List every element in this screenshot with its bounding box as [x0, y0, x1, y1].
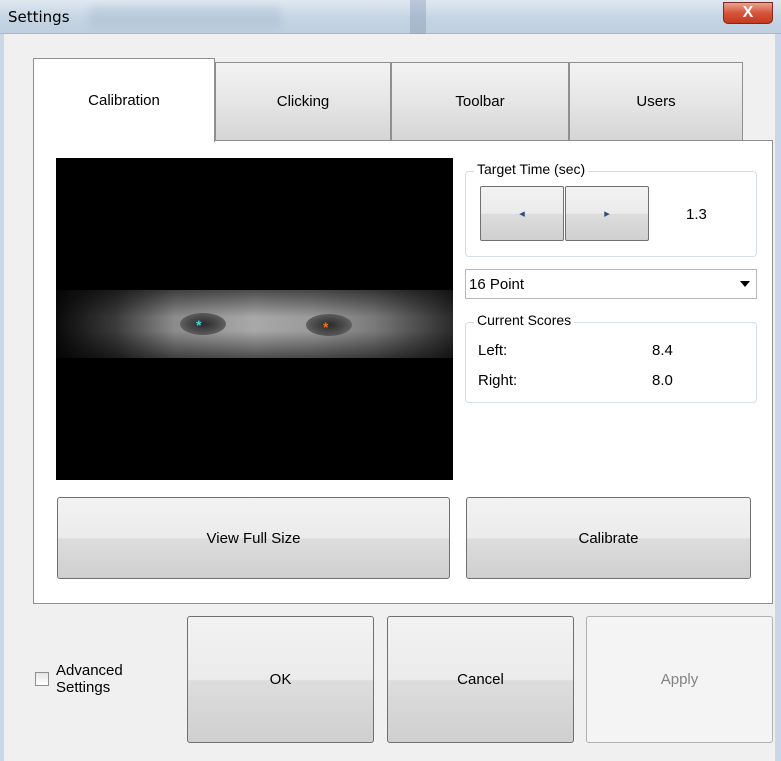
- current-scores-label: Current Scores: [474, 312, 575, 328]
- right-pupil-marker-icon: *: [323, 319, 329, 335]
- tab-toolbar[interactable]: Toolbar: [391, 62, 569, 140]
- tab-label: Toolbar: [455, 93, 505, 110]
- window-frame-right: [775, 34, 781, 761]
- tab-clicking[interactable]: Clicking: [215, 62, 391, 140]
- arrow-right-icon: ▸: [604, 208, 610, 220]
- apply-label: Apply: [660, 671, 699, 688]
- advanced-settings-label-line2: Settings: [56, 679, 111, 696]
- target-time-label: Target Time (sec): [474, 161, 589, 177]
- current-scores-group: [465, 322, 757, 403]
- calibrate-button[interactable]: Calibrate: [466, 497, 751, 579]
- background-blur: [90, 6, 280, 28]
- tab-users[interactable]: Users: [569, 62, 743, 140]
- left-pupil-marker-icon: *: [196, 317, 202, 333]
- left-score-value: 8.4: [652, 342, 673, 359]
- close-button[interactable]: X: [723, 2, 773, 24]
- calibrate-label: Calibrate: [578, 529, 639, 547]
- left-score-label: Left:: [478, 342, 508, 359]
- chevron-down-icon: [740, 281, 750, 287]
- ok-label: OK: [269, 671, 292, 688]
- target-time-value: 1.3: [686, 206, 707, 223]
- view-full-size-label: View Full Size: [206, 529, 301, 547]
- point-mode-dropdown[interactable]: 16 Point: [465, 269, 757, 299]
- apply-button[interactable]: Apply: [586, 616, 773, 743]
- tab-label: Users: [636, 93, 676, 110]
- advanced-settings-label[interactable]: Advanced Settings: [56, 662, 123, 696]
- advanced-settings-label-line1: Advanced: [56, 662, 123, 679]
- background-blur: [410, 0, 426, 34]
- cancel-label: Cancel: [457, 671, 504, 688]
- window-title: Settings: [8, 8, 70, 26]
- close-icon: X: [742, 4, 754, 21]
- tab-label: Calibration: [88, 92, 160, 109]
- tab-label: Clicking: [276, 93, 330, 110]
- point-mode-value: 16 Point: [469, 276, 525, 293]
- decrease-time-button[interactable]: ◂: [480, 186, 564, 241]
- right-score-value: 8.0: [652, 372, 673, 389]
- eye-image: * *: [56, 290, 453, 358]
- increase-time-button[interactable]: ▸: [565, 186, 649, 241]
- ok-button[interactable]: OK: [187, 616, 374, 743]
- cancel-button[interactable]: Cancel: [387, 616, 574, 743]
- advanced-settings-checkbox[interactable]: [35, 672, 49, 686]
- tab-calibration[interactable]: Calibration: [33, 58, 215, 142]
- view-full-size-button[interactable]: View Full Size: [57, 497, 450, 579]
- right-score-label: Right:: [478, 372, 518, 389]
- arrow-left-icon: ◂: [519, 208, 525, 220]
- title-bar: Settings X: [0, 0, 781, 34]
